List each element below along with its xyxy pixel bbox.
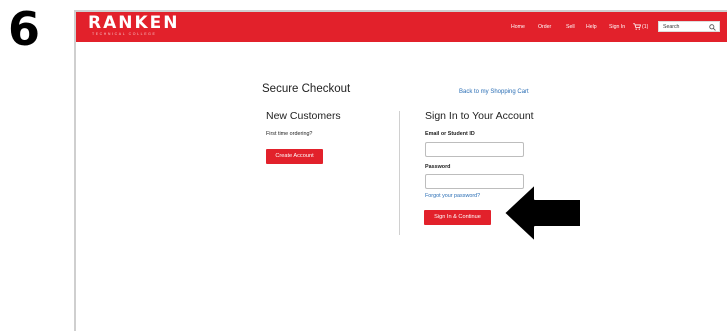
nav-sign-in[interactable]: Sign In — [609, 12, 625, 42]
site-header: RANKEN TECHNICAL COLLEGE Home Order Sell… — [76, 12, 727, 42]
first-time-ordering-text: First time ordering? — [266, 131, 313, 137]
browser-screenshot-frame — [74, 10, 727, 331]
step-number: 6 — [8, 2, 41, 56]
cart-icon[interactable] — [633, 23, 641, 30]
pointer-arrow-icon — [503, 184, 582, 242]
site-logo-tagline: TECHNICAL COLLEGE — [92, 32, 157, 36]
back-to-cart-link[interactable]: Back to my Shopping Cart — [459, 89, 529, 95]
new-customers-heading: New Customers — [266, 110, 341, 122]
column-divider — [399, 111, 400, 235]
create-account-button[interactable]: Create Account — [266, 149, 323, 164]
page-title: Secure Checkout — [262, 83, 351, 95]
search-input[interactable]: Search — [658, 21, 720, 32]
nav-order[interactable]: Order — [538, 12, 551, 42]
cart-count[interactable]: (1) — [642, 12, 648, 42]
search-placeholder: Search — [663, 24, 680, 30]
email-label: Email or Student ID — [425, 131, 475, 137]
email-field[interactable] — [425, 142, 524, 157]
nav-help[interactable]: Help — [586, 12, 597, 42]
search-icon[interactable] — [709, 24, 716, 31]
sign-in-heading: Sign In to Your Account — [425, 110, 534, 122]
nav-sell[interactable]: Sell — [566, 12, 575, 42]
password-label: Password — [425, 164, 451, 170]
sign-in-continue-button[interactable]: Sign In & Continue — [424, 210, 491, 225]
nav-home[interactable]: Home — [511, 12, 525, 42]
site-logo[interactable]: RANKEN — [88, 15, 180, 32]
forgot-password-link[interactable]: Forgot your password? — [425, 193, 480, 199]
